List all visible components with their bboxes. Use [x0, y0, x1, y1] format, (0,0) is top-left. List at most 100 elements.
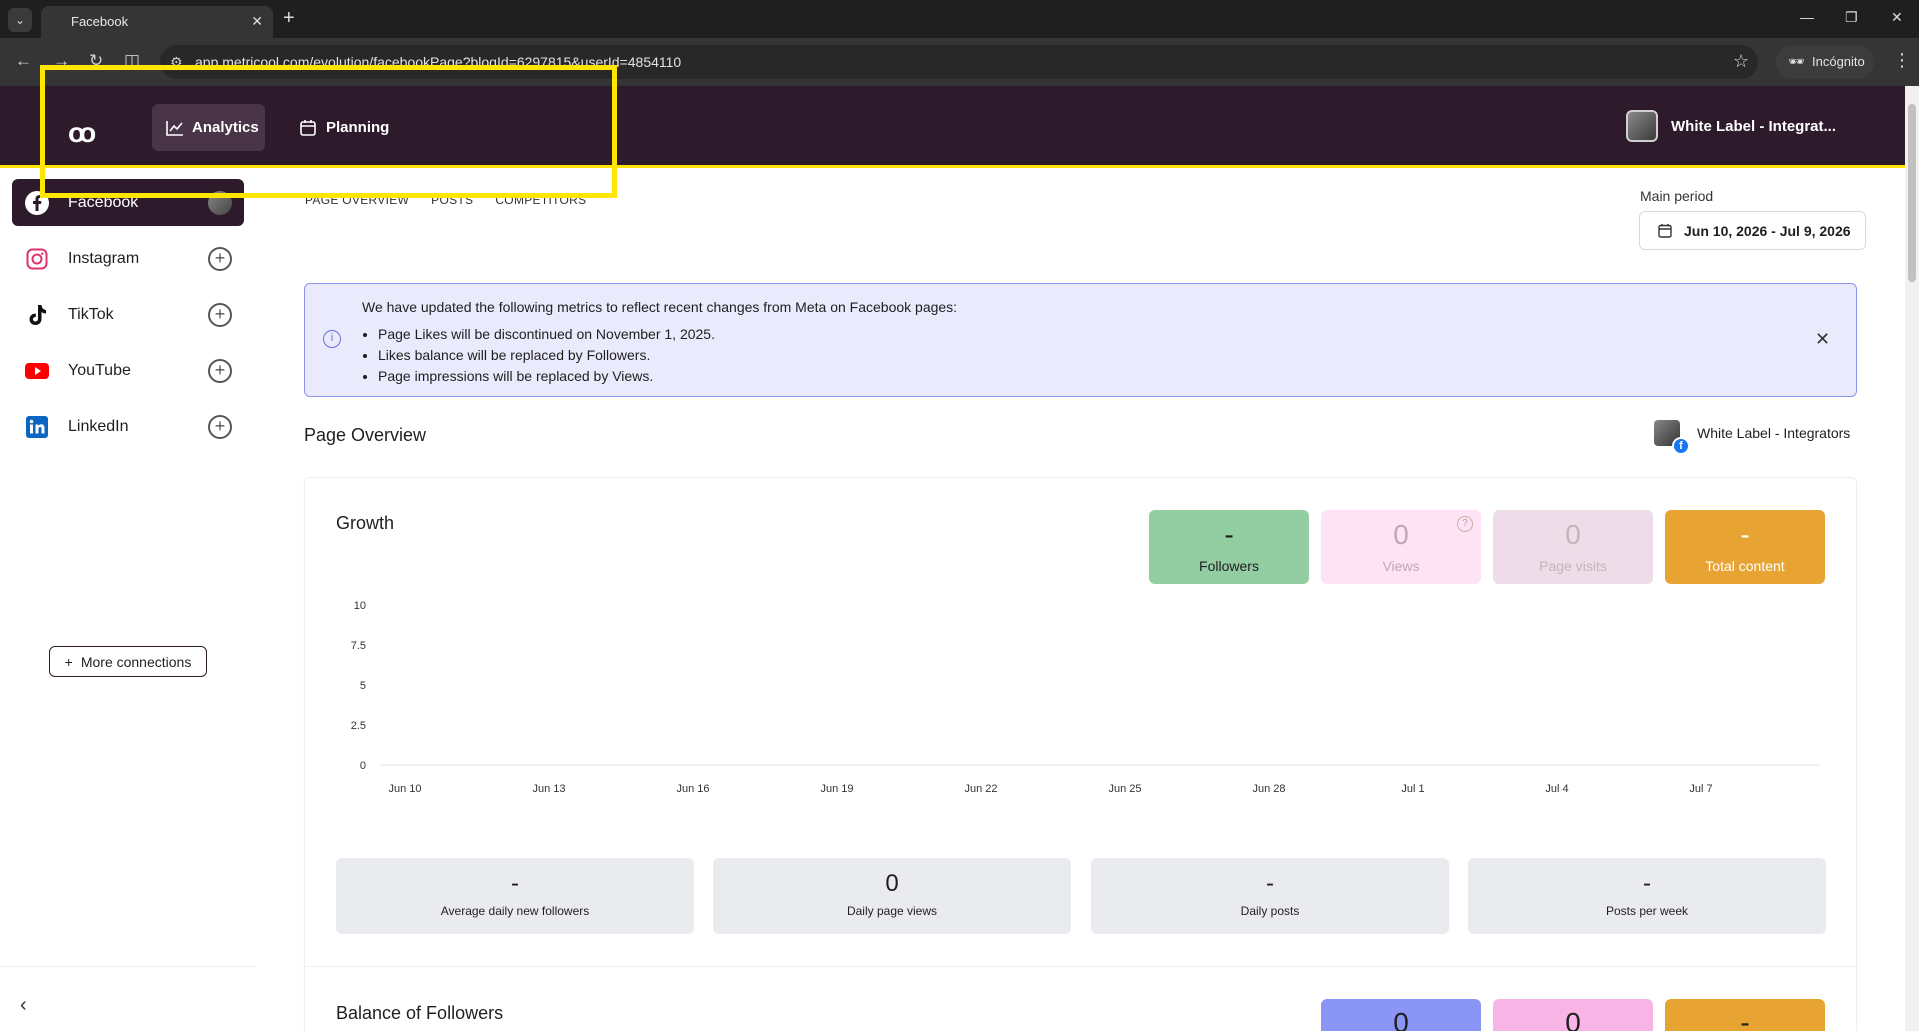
- metrics-update-notice: i We have updated the following metrics …: [304, 283, 1857, 397]
- notice-title: We have updated the following metrics to…: [362, 299, 958, 315]
- collapse-sidebar-icon[interactable]: ‹: [20, 994, 27, 1017]
- x-tick-label: Jul 1: [1401, 783, 1424, 795]
- balance-metric[interactable]: -: [1665, 999, 1825, 1031]
- sidebar-item-label: Instagram: [68, 249, 140, 267]
- page-title: Page Overview: [304, 425, 427, 445]
- incognito-badge[interactable]: 🕶 Incógnito: [1776, 45, 1874, 79]
- sidebar-item-tiktok[interactable]: TikTok +: [12, 291, 244, 338]
- tiktok-icon: [25, 303, 49, 327]
- sidebar-item-label: TikTok: [68, 305, 114, 323]
- y-tick-label: 5: [360, 680, 366, 692]
- add-tiktok-icon[interactable]: +: [208, 302, 232, 327]
- metric-label: Followers: [1199, 558, 1259, 574]
- metric-total-content[interactable]: - Total content: [1665, 510, 1825, 584]
- highlight-annotation: [40, 65, 617, 198]
- back-icon[interactable]: ←: [15, 51, 32, 71]
- stat-label: Daily page views: [846, 904, 938, 918]
- stat-daily-posts: - Daily posts: [1091, 858, 1449, 934]
- more-connections-label: More connections: [80, 653, 192, 670]
- page-account-name: White Label - Integrators: [1697, 425, 1851, 441]
- tab-search-icon[interactable]: ⌄: [8, 8, 32, 32]
- info-icon: i: [323, 330, 341, 348]
- metric-value: -: [1740, 519, 1750, 550]
- stat-avg-daily-new-followers: - Average daily new followers: [336, 858, 694, 934]
- browser-menu-icon[interactable]: ⋮: [1893, 50, 1911, 71]
- more-connections-button[interactable]: + More connections: [49, 646, 207, 677]
- stat-daily-page-views: 0 Daily page views: [713, 858, 1071, 934]
- add-youtube-icon[interactable]: +: [208, 358, 232, 383]
- sidebar-divider: [0, 966, 257, 967]
- scrollbar-thumb[interactable]: [1908, 104, 1916, 282]
- x-tick-label: Jun 16: [676, 783, 709, 795]
- balance-title: Balance of Followers: [336, 1003, 504, 1023]
- card-divider: [305, 966, 1856, 967]
- stat-value: 0: [885, 870, 899, 897]
- x-tick-label: Jul 4: [1545, 783, 1568, 795]
- balance-metric[interactable]: 0: [1321, 999, 1481, 1031]
- minimize-icon[interactable]: —: [1800, 9, 1814, 25]
- restore-icon[interactable]: ❐: [1845, 9, 1858, 26]
- period-picker[interactable]: Jun 10, 2026 - Jul 9, 2026: [1639, 211, 1866, 250]
- account-avatar[interactable]: [1626, 110, 1658, 142]
- x-tick-label: Jun 22: [964, 783, 997, 795]
- x-tick-label: Jun 19: [820, 783, 853, 795]
- notice-item: Page Likes will be discontinued on Novem…: [378, 324, 715, 345]
- stat-label: Posts per week: [1605, 904, 1689, 918]
- sidebar: Facebook Instagram + TikTok + YouTube + …: [0, 168, 257, 1031]
- stat-value: -: [1643, 870, 1651, 897]
- growth-title: Growth: [336, 513, 395, 533]
- metric-label: Page visits: [1539, 558, 1607, 574]
- instagram-icon: [25, 247, 49, 271]
- metric-followers[interactable]: - Followers: [1149, 510, 1309, 584]
- plus-icon: +: [64, 653, 73, 670]
- stat-value: -: [511, 870, 519, 897]
- help-icon[interactable]: ?: [1457, 516, 1473, 532]
- x-tick-label: Jun 13: [532, 783, 565, 795]
- notice-item: Likes balance will be replaced by Follow…: [378, 345, 715, 366]
- youtube-icon: [25, 359, 49, 383]
- close-icon[interactable]: ✕: [1815, 329, 1830, 350]
- period-label: Main period: [1640, 188, 1714, 204]
- y-tick-label: 0: [360, 760, 366, 772]
- calendar-icon: [1658, 224, 1672, 238]
- x-tick-label: Jun 10: [388, 783, 421, 795]
- y-tick-label: 10: [354, 600, 366, 612]
- add-instagram-icon[interactable]: +: [208, 246, 232, 271]
- tab-close-icon[interactable]: ✕: [251, 13, 263, 30]
- metric-value: 0: [1565, 519, 1581, 550]
- y-tick-label: 7.5: [351, 640, 366, 652]
- x-tick-label: Jun 25: [1108, 783, 1141, 795]
- x-tick-label: Jul 7: [1689, 783, 1712, 795]
- sidebar-item-label: YouTube: [68, 361, 131, 379]
- incognito-icon: 🕶: [1788, 54, 1805, 69]
- y-tick-label: 2.5: [351, 720, 366, 732]
- stat-label: Average daily new followers: [440, 904, 590, 918]
- facebook-badge-icon: f: [1672, 437, 1690, 455]
- growth-chart: 10 7.5 5 2.5 0 Jun 10 Jun 13 Jun 16 Jun 19 Jun 22…: [351, 600, 1820, 795]
- metric-views[interactable]: ? 0 Views: [1321, 510, 1481, 584]
- browser-tab[interactable]: Facebook ✕: [41, 6, 273, 38]
- stat-posts-per-week: - Posts per week: [1468, 858, 1826, 934]
- period-value: Jun 10, 2026 - Jul 9, 2026: [1684, 222, 1851, 239]
- stat-label: Daily posts: [1240, 904, 1300, 918]
- metric-page-visits[interactable]: 0 Page visits: [1493, 510, 1653, 584]
- linkedin-icon: [25, 415, 49, 439]
- sidebar-item-linkedin[interactable]: LinkedIn +: [12, 403, 244, 450]
- notice-item: Page impressions will be replaced by Vie…: [378, 366, 715, 387]
- metric-label: Views: [1382, 558, 1420, 574]
- sidebar-item-label: LinkedIn: [68, 417, 129, 435]
- sidebar-item-instagram[interactable]: Instagram +: [12, 235, 244, 282]
- window-close-icon[interactable]: ✕: [1891, 9, 1903, 26]
- notice-list: Page Likes will be discontinued on Novem…: [378, 324, 715, 387]
- x-tick-label: Jun 28: [1252, 783, 1285, 795]
- stat-value: -: [1266, 870, 1274, 897]
- metric-value: -: [1224, 519, 1234, 550]
- metric-label: Total content: [1705, 558, 1785, 574]
- account-name[interactable]: White Label - Integrat...: [1671, 118, 1836, 135]
- new-tab-icon[interactable]: +: [283, 7, 295, 30]
- incognito-label: Incógnito: [1812, 54, 1865, 69]
- sidebar-item-youtube[interactable]: YouTube +: [12, 347, 244, 394]
- add-linkedin-icon[interactable]: +: [208, 414, 232, 439]
- balance-metric[interactable]: 0: [1493, 999, 1653, 1031]
- bookmark-star-icon[interactable]: ☆: [1733, 51, 1749, 72]
